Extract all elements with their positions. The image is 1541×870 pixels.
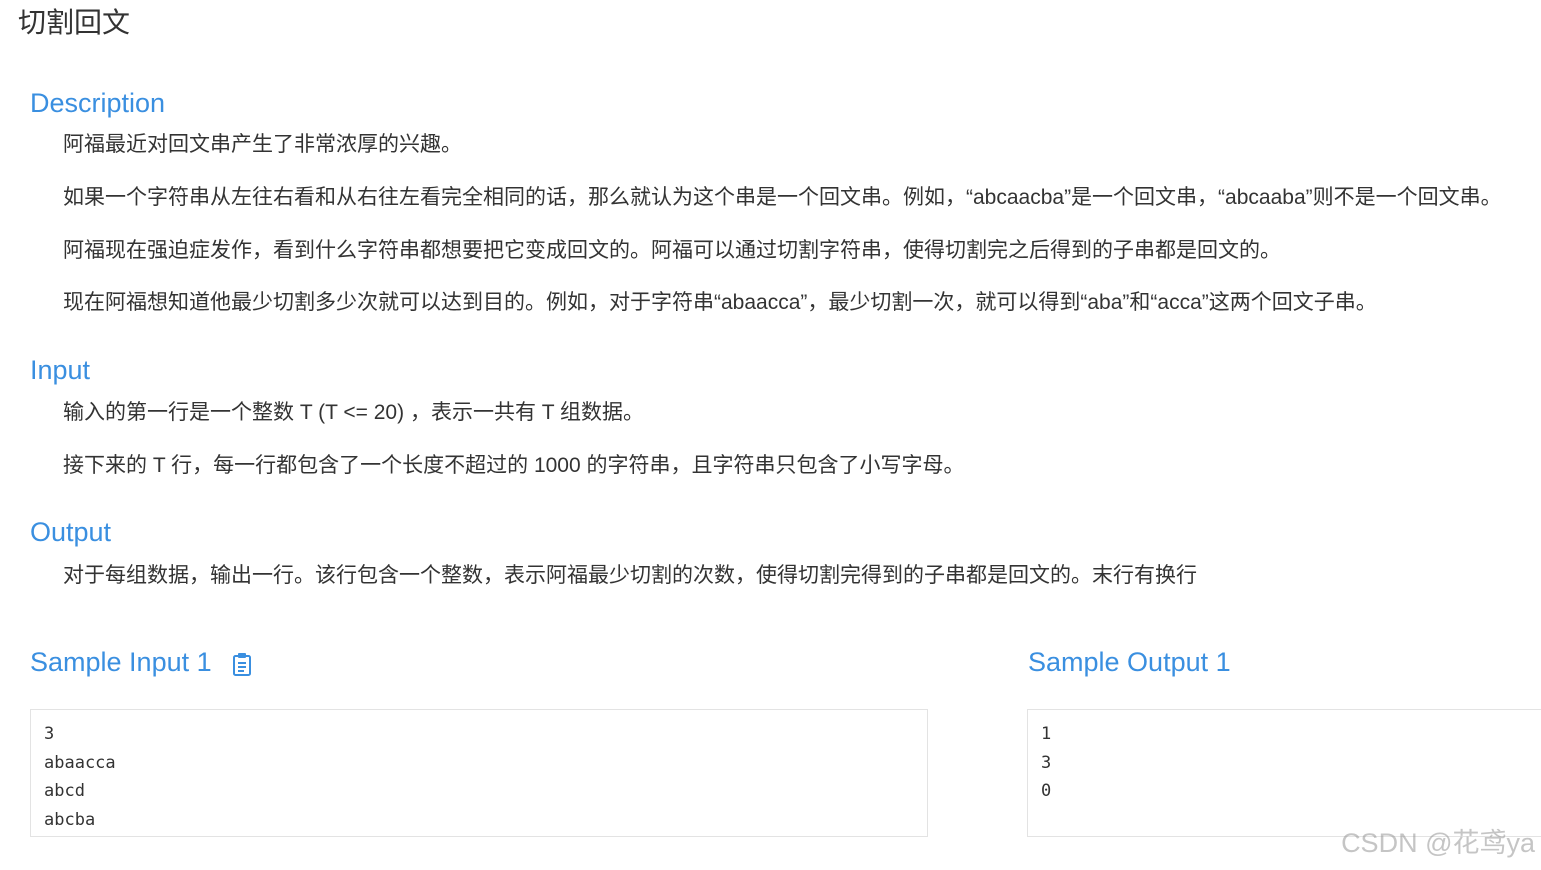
sample-output-heading: Sample Output 1: [1028, 647, 1231, 677]
description-paragraph: 阿福现在强迫症发作，看到什么字符串都想要把它变成回文的。阿福可以通过切割字符串，…: [63, 239, 1281, 262]
input-heading: Input: [30, 355, 91, 385]
output-heading: Output: [30, 517, 112, 547]
sample-input-heading: Sample Input 1: [30, 647, 212, 677]
sample-input-line: 3: [44, 724, 55, 744]
input-paragraph: 接下来的 T 行，每一行都包含了一个长度不超过的 1000 的字符串，且字符串只…: [63, 454, 965, 477]
sample-input-header: Sample Input 1: [30, 645, 252, 679]
problem-page: 切割回文 Description 阿福最近对回文串产生了非常浓厚的兴趣。 如果一…: [0, 0, 1541, 870]
csdn-watermark: CSDN @花鸢ya: [1341, 828, 1535, 858]
input-paragraph: 输入的第一行是一个整数 T (T <= 20) ，表示一共有 T 组数据。: [63, 401, 645, 424]
sample-output-header: Sample Output 1: [1028, 645, 1231, 679]
description-paragraph: 阿福最近对回文串产生了非常浓厚的兴趣。: [63, 133, 462, 156]
sample-output-line: 1: [1041, 724, 1052, 744]
sample-output-box[interactable]: 1 3 0: [1027, 709, 1541, 837]
sample-input-line: abcba: [44, 809, 96, 830]
description-heading: Description: [30, 88, 166, 118]
sample-output-line: 0: [1041, 781, 1052, 801]
clipboard-icon[interactable]: [232, 650, 252, 676]
sample-output-line: 3: [1041, 752, 1052, 773]
sample-input-line: abcd: [44, 781, 85, 801]
description-paragraph: 现在阿福想知道他最少切割多少次就可以达到目的。例如，对于字符串“abaacca”…: [63, 291, 1377, 314]
sample-input-box[interactable]: 3 abaacca abcd abcba: [30, 709, 928, 837]
sample-input-line: abaacca: [44, 752, 116, 773]
page-title: 切割回文: [18, 7, 131, 38]
output-paragraph: 对于每组数据，输出一行。该行包含一个整数，表示阿福最少切割的次数，使得切割完得到…: [63, 564, 1197, 587]
description-paragraph: 如果一个字符串从左往右看和从右往左看完全相同的话，那么就认为这个串是一个回文串。…: [63, 186, 1502, 209]
